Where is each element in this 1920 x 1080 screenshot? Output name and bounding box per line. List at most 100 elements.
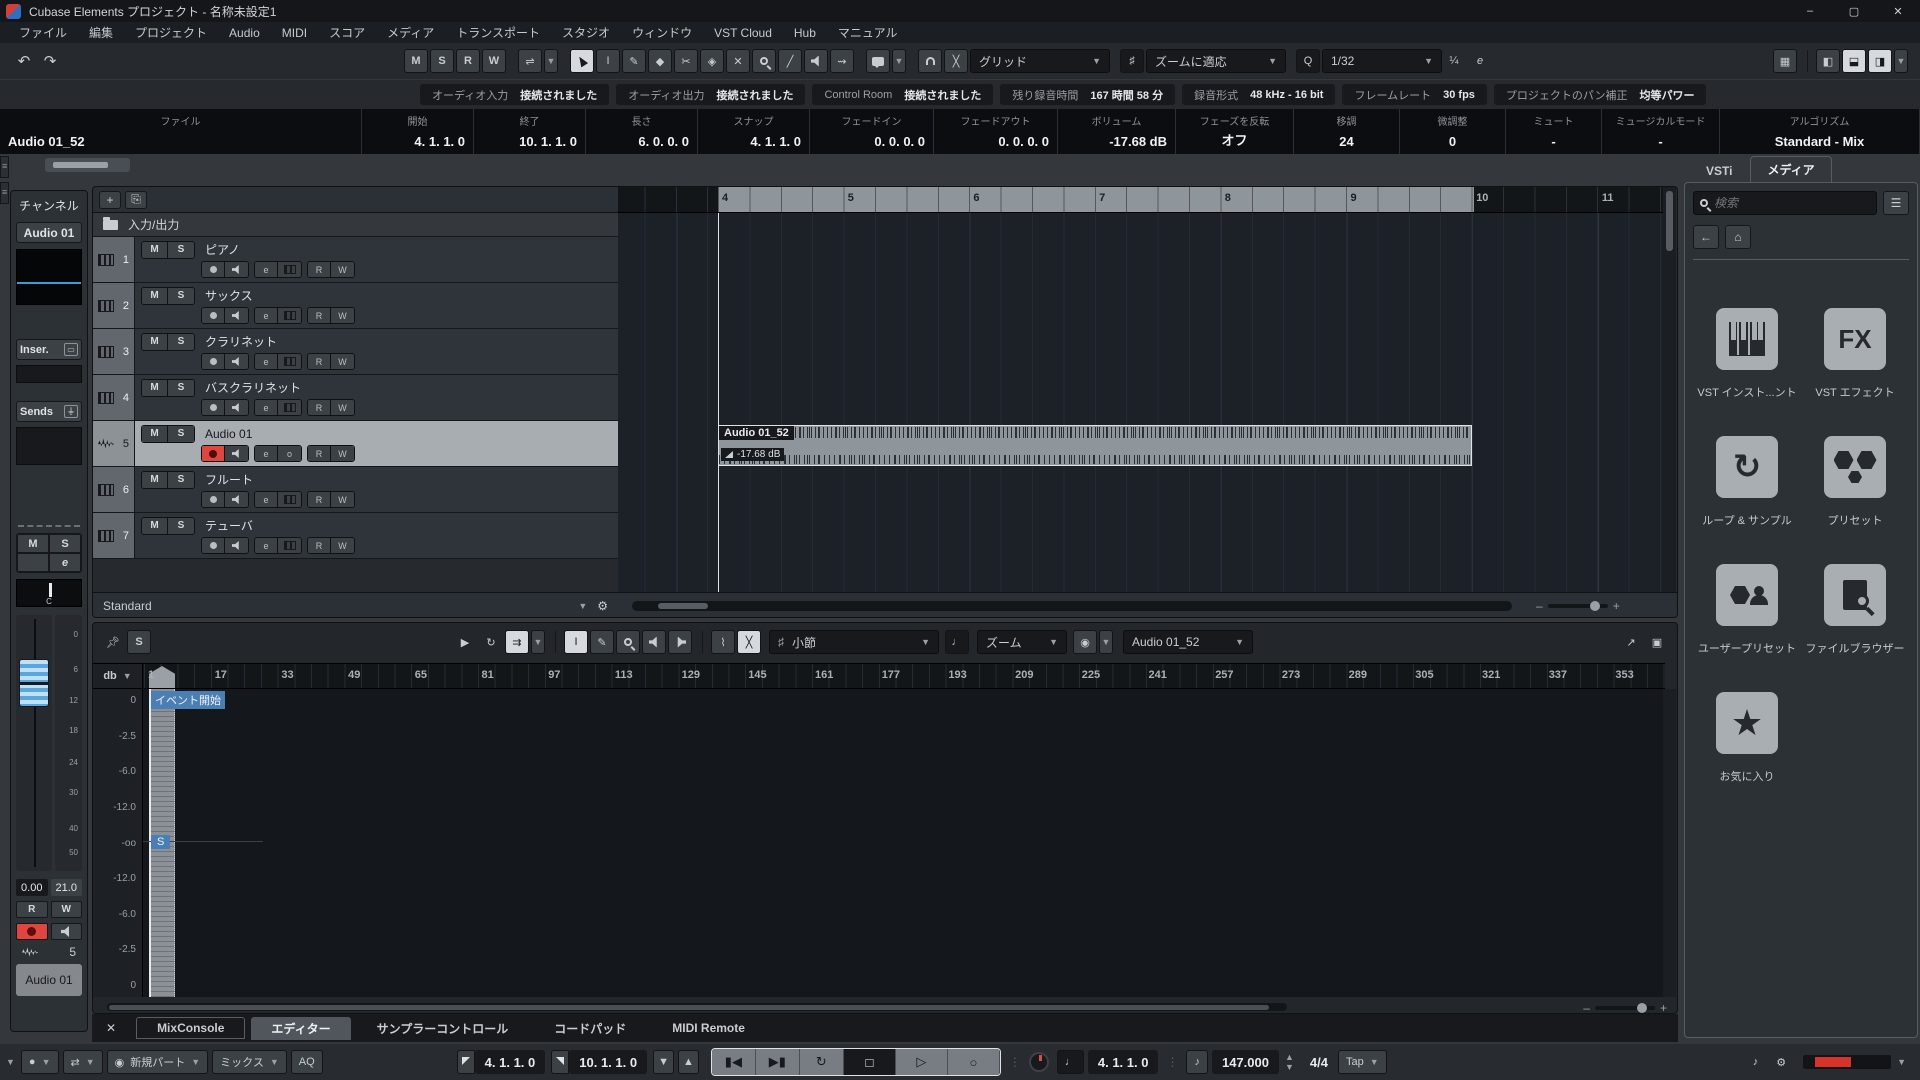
track-solo-button[interactable]: S	[168, 426, 194, 442]
edit-channel-button[interactable]: e	[255, 308, 278, 323]
mute-button[interactable]: M	[17, 534, 49, 553]
instrument-edit-button[interactable]	[278, 492, 301, 507]
minimize-button[interactable]: –	[1788, 0, 1832, 22]
horizontal-scrollbar[interactable]	[632, 601, 1512, 611]
tempo-steppers[interactable]: ▲▼	[1285, 1052, 1294, 1072]
pan-value[interactable]: 21.0	[51, 879, 83, 896]
media-tile-star[interactable]: ★お気に入り	[1716, 692, 1778, 784]
editor-vscrollbar[interactable]	[1663, 689, 1676, 997]
menu-item-Audio[interactable]: Audio	[218, 26, 271, 40]
track-mute-button[interactable]: M	[142, 334, 168, 350]
info-field[interactable]: スナップ4. 1. 1. 0	[698, 109, 810, 154]
instrument-edit-button[interactable]	[278, 262, 301, 277]
menu-item-マニュアル[interactable]: マニュアル	[827, 24, 909, 41]
ruler-unit-selector[interactable]: db▼	[93, 664, 143, 688]
track-row-サックス[interactable]: 2MSサックスeRW	[93, 283, 618, 329]
info-value[interactable]: 0	[1408, 134, 1497, 149]
tab-コードパッド[interactable]: コードパッド	[534, 1017, 646, 1040]
back-icon[interactable]: ←	[1693, 225, 1719, 249]
list-view-icon[interactable]: ☰	[1883, 191, 1909, 215]
left-locator-icon[interactable]	[457, 1050, 475, 1074]
info-value[interactable]: 4. 1. 1. 0	[370, 134, 465, 149]
add-track-button[interactable]: +	[99, 191, 121, 209]
track-row-Audio 01[interactable]: 5MSAudio 01eoRW	[93, 421, 618, 467]
track-solo-button[interactable]: S	[168, 288, 194, 304]
monitor-button[interactable]	[51, 923, 83, 940]
info-value[interactable]: 10. 1. 1. 0	[482, 134, 577, 149]
event-start-badge[interactable]: イベント開始	[151, 691, 225, 709]
zoom-in-icon[interactable]: +	[1613, 599, 1620, 613]
inserts-section[interactable]: Inser.▭	[16, 339, 82, 360]
position-display[interactable]: 4. 1. 1. 0	[1088, 1050, 1159, 1074]
automation-w-button[interactable]: W	[482, 49, 506, 73]
iterative-quantize-icon[interactable]: ¼	[1442, 49, 1466, 73]
snap-zero-crossing[interactable]: ⌇	[711, 630, 735, 654]
range-selection-tool[interactable]: I	[596, 49, 620, 73]
track-solo-button[interactable]: S	[168, 472, 194, 488]
info-field[interactable]: ファイルAudio 01_52	[0, 109, 362, 154]
timeline-ruler[interactable]: 4567891011	[618, 187, 1665, 213]
right-zone-toggle[interactable]: ◨	[1868, 49, 1892, 73]
read-automation-button[interactable]: R	[16, 901, 48, 918]
media-tile-loop[interactable]: ↻ループ & サンプル	[1702, 436, 1791, 528]
menu-item-Hub[interactable]: Hub	[783, 26, 827, 40]
dock-handle[interactable]	[0, 156, 9, 178]
redo-button[interactable]: ↷	[38, 49, 62, 73]
info-field[interactable]: ミュート-	[1506, 109, 1602, 154]
write-automation-button[interactable]: W	[331, 446, 354, 461]
vertical-scrollbar[interactable]	[1663, 187, 1676, 592]
insert-slot[interactable]	[16, 365, 82, 383]
track-row-クラリネット[interactable]: 3MSクラリネットeRW	[93, 329, 618, 375]
track-name[interactable]: クラリネット	[205, 333, 277, 350]
info-value[interactable]: 0. 0. 0. 0	[818, 134, 925, 149]
right-locator-value[interactable]: 10. 1. 1. 0	[569, 1050, 647, 1074]
track-mute-button[interactable]: M	[142, 380, 168, 396]
read-automation-button[interactable]: R	[308, 262, 331, 277]
track-name[interactable]: Audio 01	[205, 427, 252, 441]
media-search-box[interactable]	[1693, 191, 1877, 215]
record-arm-button[interactable]	[202, 538, 225, 553]
mix-menu-button[interactable]: ミックス▼	[212, 1050, 287, 1074]
status-item[interactable]: 録音形式48 kHz - 16 bit	[1182, 84, 1335, 105]
write-automation-button[interactable]: W	[331, 400, 354, 415]
part-menu-button[interactable]: ◉ 新規パート▼	[107, 1050, 209, 1074]
track-name[interactable]: サックス	[205, 287, 253, 304]
aq-button[interactable]: AQ	[291, 1050, 323, 1074]
menu-item-ファイル[interactable]: ファイル	[8, 24, 78, 41]
channel-name-button[interactable]: Audio 01	[16, 222, 82, 243]
write-automation-button[interactable]: W	[331, 262, 354, 277]
editor-solo-button[interactable]: S	[127, 630, 151, 654]
editor-zoom-in-icon[interactable]: +	[1660, 1001, 1667, 1014]
autoscroll-button[interactable]: ⇉	[505, 630, 529, 654]
menu-item-編集[interactable]: 編集	[78, 24, 124, 41]
edit-channel-button[interactable]: e	[255, 262, 278, 277]
play-button[interactable]: ▷	[896, 1049, 948, 1075]
edit-channel-button[interactable]: e	[255, 400, 278, 415]
autoscroll-dropdown[interactable]: ▼	[531, 630, 545, 654]
zoom-slider[interactable]	[1548, 604, 1608, 608]
track-solo-button[interactable]: S	[168, 242, 194, 258]
snap-mode-button[interactable]: ⇄▼	[63, 1050, 103, 1074]
metronome-icon[interactable]: ♪	[1746, 1050, 1766, 1074]
info-field[interactable]: 移調24	[1294, 109, 1400, 154]
tap-tempo-button[interactable]: Tap▼	[1338, 1050, 1387, 1074]
editor-scrub-tool[interactable]	[668, 630, 692, 654]
monitor-button[interactable]	[225, 262, 248, 277]
automation-r-button[interactable]: R	[456, 49, 480, 73]
write-automation-button[interactable]: W	[331, 538, 354, 553]
monitor-button[interactable]	[225, 492, 248, 507]
instrument-edit-button[interactable]	[278, 400, 301, 415]
editor-setup-icon[interactable]: ▣	[1645, 630, 1669, 654]
comment-dropdown[interactable]: ▼	[892, 49, 906, 73]
io-folder-row[interactable]: 入力/出力	[93, 213, 618, 237]
track-mute-button[interactable]: M	[142, 518, 168, 534]
record-arm-button[interactable]	[202, 308, 225, 323]
snap-type-icon[interactable]: ╳	[944, 49, 968, 73]
track-preset-row[interactable]: Standard ▼ ⚙	[93, 599, 618, 613]
rec-mode-button[interactable]: ●▼	[21, 1050, 59, 1074]
track-name[interactable]: テューバ	[205, 517, 253, 534]
write-automation-button[interactable]: W	[51, 901, 83, 918]
punch-out-button[interactable]: ▲	[678, 1050, 699, 1074]
track-name[interactable]: バスクラリネット	[205, 379, 301, 396]
menu-item-メディア[interactable]: メディア	[376, 24, 445, 41]
